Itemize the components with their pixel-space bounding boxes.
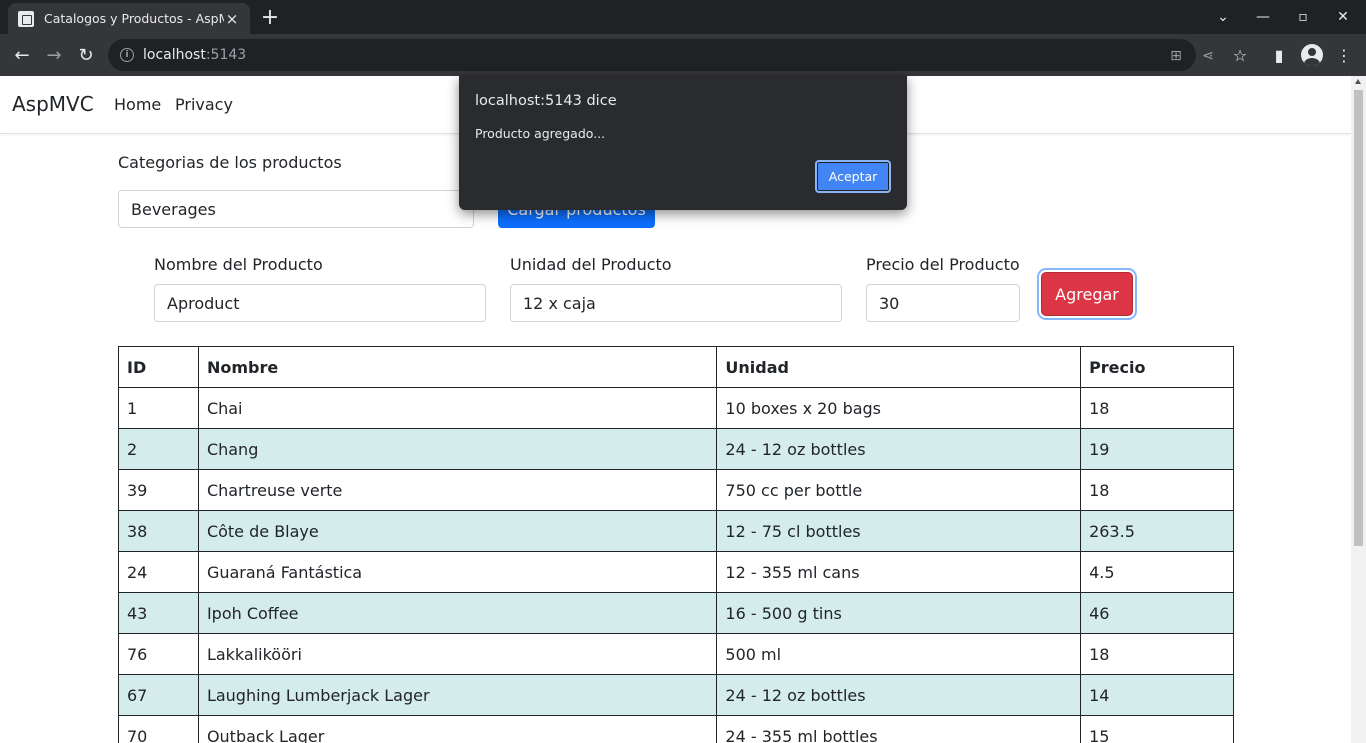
cell-price: 19 [1080, 428, 1234, 470]
cell-price: 263.5 [1080, 510, 1234, 552]
share-icon[interactable]: ⋖ [1196, 44, 1220, 68]
table-row: 76 Lakkalikööri 500 ml 18 [118, 633, 1234, 675]
cell-id: 1 [118, 387, 199, 429]
cell-name: Guaraná Fantástica [197, 551, 718, 593]
cell-name: Chai [197, 387, 718, 429]
cell-price: 18 [1080, 387, 1234, 429]
cell-id: 24 [118, 551, 199, 593]
address-bar[interactable]: i localhost:5143 ⊞ ⋖ [108, 39, 1214, 71]
category-select[interactable]: Beverages [118, 190, 474, 228]
page-favicon-icon [18, 10, 34, 27]
cell-price: 18 [1080, 469, 1234, 511]
cell-unit: 24 - 355 ml bottles [716, 715, 1082, 743]
product-name-label: Nombre del Producto [154, 255, 323, 274]
site-brand[interactable]: AspMVC [12, 92, 94, 116]
url-host: localhost [143, 47, 206, 63]
url-port: :5143 [205, 47, 247, 63]
cell-id: 43 [118, 592, 199, 634]
page-scrollbar[interactable] [1351, 76, 1366, 743]
products-table: ID Nombre Unidad Precio 1 Chai 10 boxes … [118, 346, 1234, 743]
site-info-icon[interactable]: i [120, 48, 134, 62]
cell-name: Outback Lager [197, 715, 718, 743]
cell-id: 39 [118, 469, 199, 511]
cell-id: 2 [118, 428, 199, 470]
cell-id: 38 [118, 510, 199, 552]
side-panel-icon[interactable]: ▮ [1263, 39, 1295, 71]
scrollbar-thumb[interactable] [1354, 90, 1363, 546]
new-tab-button[interactable]: + [258, 5, 282, 30]
close-window-button[interactable]: ✕ [1323, 0, 1363, 34]
nav-link-home[interactable]: Home [114, 95, 161, 114]
tab-close-icon[interactable]: × [224, 10, 240, 28]
cell-price: 15 [1080, 715, 1234, 743]
nav-link-privacy[interactable]: Privacy [175, 95, 233, 114]
product-unit-label: Unidad del Producto [510, 255, 672, 274]
translate-icon[interactable]: ⊞ [1164, 44, 1188, 68]
cell-unit: 750 cc per bottle [716, 469, 1082, 511]
table-row: 67 Laughing Lumberjack Lager 24 - 12 oz … [118, 674, 1234, 716]
cell-name: Chartreuse verte [197, 469, 718, 511]
cell-id: 70 [118, 715, 199, 743]
cell-name: Côte de Blaye [197, 510, 718, 552]
column-header-price: Precio [1080, 346, 1234, 388]
table-header-row: ID Nombre Unidad Precio [118, 346, 1234, 388]
cell-id: 76 [118, 633, 199, 675]
add-product-button[interactable]: Agregar [1041, 272, 1133, 316]
cell-price: 18 [1080, 633, 1234, 675]
minimize-button[interactable]: — [1243, 0, 1283, 34]
dialog-title: localhost:5143 dice [475, 93, 617, 109]
product-unit-input[interactable]: 12 x caja [510, 284, 842, 322]
column-header-unit: Unidad [716, 346, 1082, 388]
cell-unit: 24 - 12 oz bottles [716, 674, 1082, 716]
cell-unit: 12 - 355 ml cans [716, 551, 1082, 593]
product-name-input[interactable]: Aproduct [154, 284, 486, 322]
cell-price: 4.5 [1080, 551, 1234, 593]
scroll-up-arrow-icon[interactable] [1355, 79, 1361, 84]
browser-toolbar: ← → ↻ i localhost:5143 ⊞ ⋖ ☆ ▮ ⋮ [0, 34, 1366, 76]
table-row: 43 Ipoh Coffee 16 - 500 g tins 46 [118, 592, 1234, 634]
browser-tab[interactable]: Catalogos y Productos - AspMVC × [8, 3, 250, 34]
dialog-message: Producto agregado... [475, 126, 606, 141]
tab-search-icon[interactable]: ⌄ [1203, 0, 1243, 34]
profile-avatar-icon[interactable] [1296, 39, 1328, 71]
back-icon[interactable]: ← [6, 39, 38, 71]
maximize-button[interactable]: ▫ [1283, 0, 1323, 34]
bookmark-star-icon[interactable]: ☆ [1224, 39, 1256, 71]
dialog-ok-button[interactable]: Aceptar [815, 160, 891, 193]
cell-name: Laughing Lumberjack Lager [197, 674, 718, 716]
reload-icon[interactable]: ↻ [70, 39, 102, 71]
tab-title: Catalogos y Productos - AspMVC [44, 11, 224, 26]
table-row: 39 Chartreuse verte 750 cc per bottle 18 [118, 469, 1234, 511]
browser-menu-icon[interactable]: ⋮ [1328, 39, 1360, 71]
product-price-label: Precio del Producto [866, 255, 1020, 274]
table-row: 24 Guaraná Fantástica 12 - 355 ml cans 4… [118, 551, 1234, 593]
column-header-id: ID [118, 346, 199, 388]
cell-unit: 10 boxes x 20 bags [716, 387, 1082, 429]
browser-tab-bar: Catalogos y Productos - AspMVC × + ⌄ — ▫… [0, 0, 1366, 34]
forward-icon[interactable]: → [38, 39, 70, 71]
table-row: 38 Côte de Blaye 12 - 75 cl bottles 263.… [118, 510, 1234, 552]
table-row: 1 Chai 10 boxes x 20 bags 18 [118, 387, 1234, 429]
cell-unit: 24 - 12 oz bottles [716, 428, 1082, 470]
cell-price: 46 [1080, 592, 1234, 634]
cell-unit: 12 - 75 cl bottles [716, 510, 1082, 552]
cell-price: 14 [1080, 674, 1234, 716]
cell-name: Lakkalikööri [197, 633, 718, 675]
cell-unit: 500 ml [716, 633, 1082, 675]
cell-name: Chang [197, 428, 718, 470]
cell-unit: 16 - 500 g tins [716, 592, 1082, 634]
cell-name: Ipoh Coffee [197, 592, 718, 634]
table-row: 70 Outback Lager 24 - 355 ml bottles 15 [118, 715, 1234, 743]
product-price-input[interactable]: 30 [866, 284, 1020, 322]
cell-id: 67 [118, 674, 199, 716]
category-label: Categorias de los productos [118, 153, 342, 172]
table-row: 2 Chang 24 - 12 oz bottles 19 [118, 428, 1234, 470]
column-header-name: Nombre [197, 346, 718, 388]
